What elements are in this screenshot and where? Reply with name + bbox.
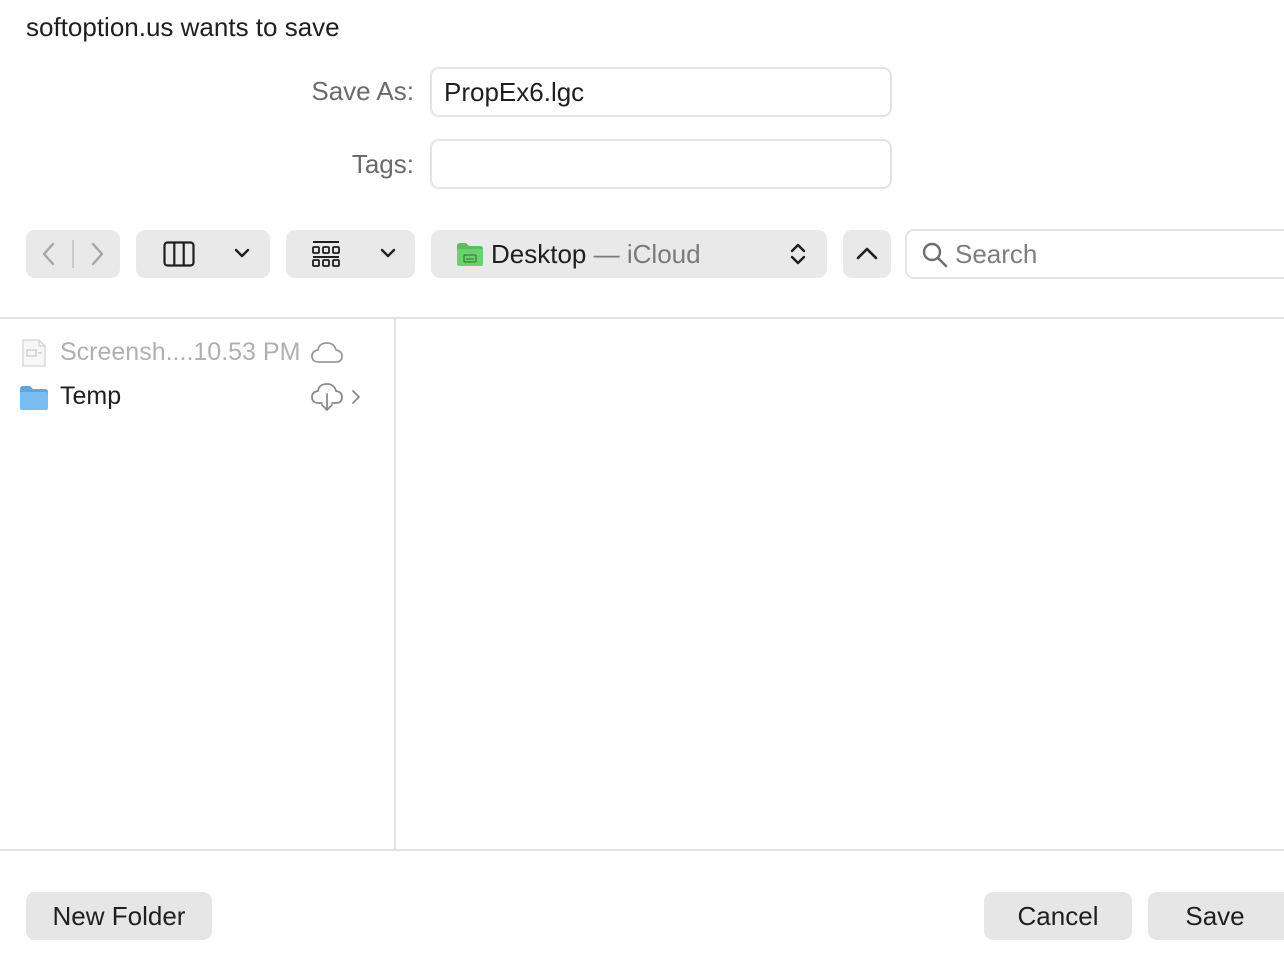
chevron-left-icon[interactable] [36,240,62,268]
location-provider: iCloud [626,239,701,269]
back-forward-control [26,230,120,278]
updown-chevron-icon [790,243,806,265]
save-as-label: Save As: [311,76,414,106]
search-box[interactable] [905,229,1284,279]
chevron-right-icon[interactable] [84,240,110,268]
search-input[interactable] [955,239,1284,269]
folder-icon [457,243,483,266]
group-button[interactable] [286,230,415,278]
column-divider[interactable] [394,319,396,849]
search-icon [922,242,948,268]
dialog-title: softoption.us wants to save [26,12,340,42]
view-mode-button[interactable] [136,230,270,278]
new-folder-button[interactable]: New Folder [26,892,212,940]
cloud-download-icon[interactable] [310,381,344,413]
location-name: Desktop [491,239,587,269]
location-popup[interactable]: Desktop — iCloud [431,230,827,278]
file-name: Temp [60,382,122,410]
cloud-icon [311,342,343,363]
chevron-down-icon [380,248,396,258]
save-button[interactable]: Save [1148,892,1284,940]
chevron-right-icon [352,390,360,404]
location-separator: — [593,239,620,269]
list-item[interactable]: Screensh....10.53 PM [0,331,394,375]
location-label: Desktop — iCloud [491,239,701,270]
nav-divider [72,240,74,268]
save-as-field[interactable] [430,67,892,117]
chevron-up-icon [856,247,878,260]
browser-top-divider [0,317,1284,319]
folder-icon [20,386,48,410]
grid-view-icon [312,241,340,267]
collapse-button[interactable] [843,230,891,278]
file-name: Screensh....10.53 PM [60,338,301,366]
tags-label: Tags: [351,149,414,179]
tags-field[interactable] [430,139,892,189]
column-view-icon [163,241,195,267]
chevron-down-icon [234,248,250,258]
list-item[interactable]: Temp [0,375,394,419]
cancel-button[interactable]: Cancel [984,892,1132,940]
image-file-icon [22,339,46,367]
browser-bottom-divider [0,849,1284,851]
save-dialog: softoption.us wants to save Save As: Tag… [0,0,1284,964]
